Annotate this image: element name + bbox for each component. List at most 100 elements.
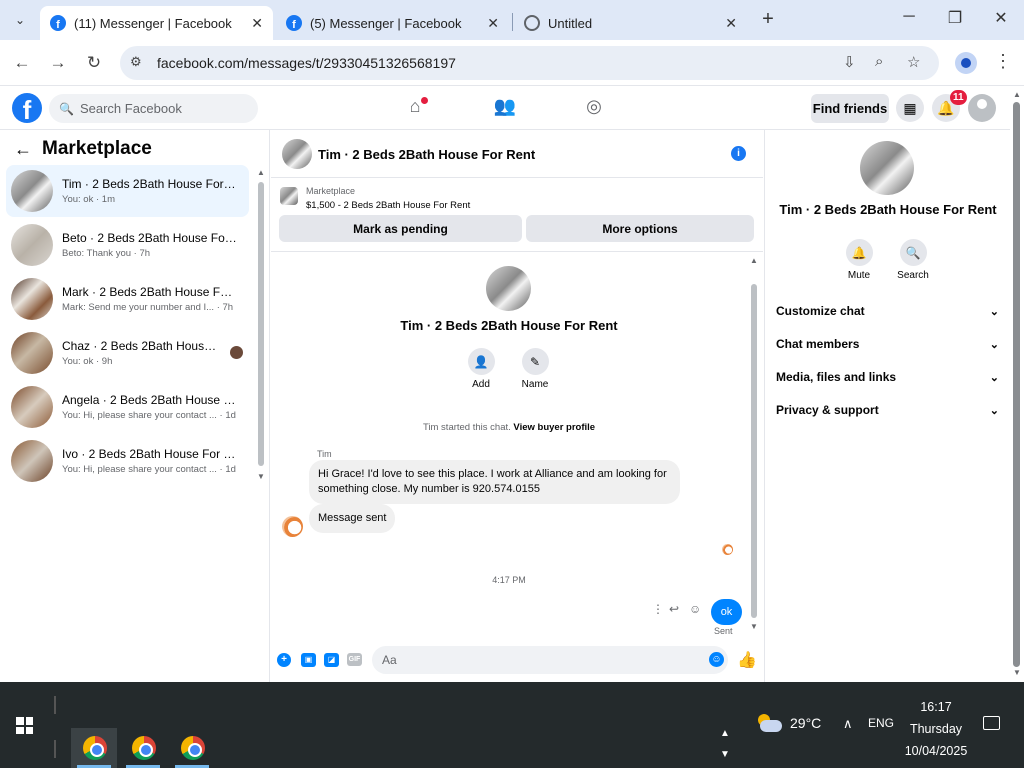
tab-messenger-active[interactable]: f (11) Messenger | Facebook ✕: [40, 6, 273, 40]
conversation-name: Angela · 2 Beds 2Bath House For Rent: [62, 393, 237, 407]
weather-widget[interactable]: 29°C: [756, 714, 821, 732]
conversation-list-panel: ← Marketplace Tim · 2 Beds 2Bath House F…: [0, 130, 270, 682]
back-arrow-icon[interactable]: ←: [10, 51, 34, 75]
forward-arrow-icon[interactable]: →: [46, 51, 70, 75]
privacy-support-section[interactable]: Privacy & support ⌄: [776, 399, 999, 421]
conversation-name: Tim · 2 Beds 2Bath House For Rent: [62, 177, 237, 191]
plus-icon[interactable]: +: [277, 653, 291, 667]
info-icon[interactable]: i: [731, 146, 746, 161]
facebook-logo[interactable]: f: [12, 93, 42, 123]
scroll-down-icon[interactable]: ▼: [718, 749, 732, 760]
home-notification-dot: [421, 97, 428, 104]
page-scrollbar[interactable]: ▲ ▼: [1010, 90, 1024, 682]
zoom-icon[interactable]: ⌕: [875, 53, 883, 70]
customize-chat-section[interactable]: Customize chat ⌄: [776, 300, 999, 322]
close-tab-icon[interactable]: ✕: [251, 15, 263, 32]
site-info-icon[interactable]: ⚙: [130, 54, 142, 70]
incoming-message[interactable]: Message sent: [309, 504, 396, 533]
scroll-up-icon[interactable]: ▲: [1013, 90, 1021, 99]
menu-grid-icon[interactable]: ▦: [896, 94, 924, 122]
chat-title[interactable]: Tim · 2 Beds 2Bath House For Rent: [318, 147, 535, 162]
scroll-down-icon[interactable]: ▼: [257, 472, 265, 481]
outgoing-message[interactable]: ok: [711, 599, 742, 625]
chat-members-section[interactable]: Chat members ⌄: [776, 333, 999, 355]
conversation-item-tim[interactable]: Tim · 2 Beds 2Bath House For Rent You: o…: [6, 165, 249, 217]
taskbar-chrome-1[interactable]: [71, 728, 117, 768]
media-files-links-section[interactable]: Media, files and links ⌄: [776, 366, 999, 388]
maximize-button[interactable]: ❐: [932, 8, 978, 32]
url-text[interactable]: facebook.com/messages/t/2933045132656819…: [157, 55, 456, 71]
react-icon[interactable]: ☺: [689, 602, 701, 616]
conversation-item-mark[interactable]: Mark · 2 Beds 2Bath House For Rent Mark:…: [6, 273, 249, 325]
add-people-button[interactable]: 👤 Add: [461, 348, 501, 390]
message-input[interactable]: Aa: [372, 646, 728, 674]
close-tab-icon[interactable]: ✕: [487, 15, 499, 32]
show-hidden-icons-chevron[interactable]: ∧: [843, 716, 853, 732]
account-avatar[interactable]: [968, 94, 996, 122]
bookmark-star-icon[interactable]: ☆: [907, 53, 920, 71]
new-tab-button[interactable]: +: [756, 8, 780, 32]
reload-icon[interactable]: ↻: [82, 51, 106, 75]
chat-scrollbar[interactable]: ▲ ▼: [749, 256, 759, 634]
name-label: Name: [521, 379, 549, 390]
sticker-icon[interactable]: ◪: [324, 653, 339, 667]
tab-messenger-2[interactable]: f (5) Messenger | Facebook ✕: [276, 6, 509, 40]
listing-thumbnail[interactable]: [280, 187, 298, 205]
scroll-up-icon[interactable]: ▲: [750, 256, 758, 265]
minimize-button[interactable]: ─: [886, 8, 932, 32]
reply-icon[interactable]: ↩: [669, 602, 679, 616]
listing-price[interactable]: $1,500 - 2 Beds 2Bath House For Rent: [306, 200, 470, 211]
notification-center-icon[interactable]: [983, 716, 1000, 730]
close-window-button[interactable]: ✕: [978, 8, 1024, 32]
chat-avatar[interactable]: [282, 139, 312, 169]
groups-icon[interactable]: ◎: [581, 96, 607, 120]
incoming-message[interactable]: Hi Grace! I'd love to see this place. I …: [309, 460, 680, 504]
mute-button[interactable]: 🔔 Mute: [836, 239, 882, 281]
facebook-search-input[interactable]: 🔍 Search Facebook: [49, 94, 258, 123]
more-options-button[interactable]: More options: [526, 215, 754, 242]
find-friends-button[interactable]: Find friends: [811, 94, 889, 123]
search-chat-button[interactable]: 🔍 Search: [890, 239, 936, 281]
install-app-icon[interactable]: ⇩: [843, 53, 856, 71]
conversation-thumbnail: [11, 332, 53, 374]
conversation-item-beto[interactable]: Beto · 2 Beds 2Bath House For Rent Beto:…: [6, 219, 249, 271]
scroll-up-icon[interactable]: ▲: [718, 728, 732, 739]
like-icon[interactable]: 👍: [737, 650, 757, 670]
conversation-thumbnail: [11, 386, 53, 428]
tab-untitled[interactable]: Untitled ✕: [514, 6, 747, 40]
system-clock[interactable]: 16:17 Thursday 10/04/2025: [900, 696, 972, 762]
gif-icon[interactable]: GIF: [347, 653, 362, 666]
scrollbar-thumb[interactable]: [258, 182, 264, 466]
clock-date: 10/04/2025: [904, 744, 968, 758]
mark-as-pending-button[interactable]: Mark as pending: [279, 215, 522, 242]
conversation-item-ivo[interactable]: Ivo · 2 Beds 2Bath House For Rent You: H…: [6, 435, 249, 487]
scroll-down-icon[interactable]: ▼: [1013, 668, 1021, 677]
conversation-name: Beto · 2 Beds 2Bath House For Rent: [62, 231, 237, 245]
back-arrow-icon[interactable]: ←: [14, 139, 32, 160]
close-tab-icon[interactable]: ✕: [725, 15, 737, 32]
browser-profile-icon[interactable]: [955, 52, 977, 74]
friends-icon[interactable]: 👥: [492, 96, 518, 120]
scrollbar-thumb[interactable]: [751, 284, 757, 618]
taskbar-scroll[interactable]: ▲ ▼: [718, 728, 732, 768]
scroll-down-icon[interactable]: ▼: [750, 622, 758, 631]
address-bar[interactable]: ⚙ facebook.com/messages/t/29330451326568…: [120, 46, 939, 80]
search-label: Search: [897, 270, 929, 281]
scroll-up-icon[interactable]: ▲: [257, 168, 265, 177]
more-icon[interactable]: ⋮: [652, 602, 664, 616]
conversation-item-angela[interactable]: Angela · 2 Beds 2Bath House For Rent You…: [6, 381, 249, 433]
taskbar-chrome-3[interactable]: [169, 728, 215, 768]
windows-start-icon[interactable]: [16, 717, 33, 734]
search-icon: 🔍: [899, 239, 927, 266]
conversation-item-chaz[interactable]: Chaz · 2 Beds 2Bath House For Rent You: …: [6, 327, 249, 379]
browser-menu-icon[interactable]: ⋮: [994, 51, 1012, 72]
tab-search-chevron-icon[interactable]: ⌄: [6, 7, 34, 33]
view-buyer-profile-link[interactable]: View buyer profile: [513, 422, 595, 433]
photo-icon[interactable]: ▣: [301, 653, 316, 667]
language-indicator[interactable]: ENG: [868, 716, 894, 730]
emoji-icon[interactable]: ☺: [709, 652, 724, 667]
conversation-list-scrollbar[interactable]: ▲ ▼: [257, 168, 265, 481]
taskbar-chrome-2[interactable]: [120, 728, 166, 768]
scrollbar-thumb[interactable]: [1013, 102, 1020, 667]
edit-name-button[interactable]: ✎ Name: [515, 348, 555, 390]
